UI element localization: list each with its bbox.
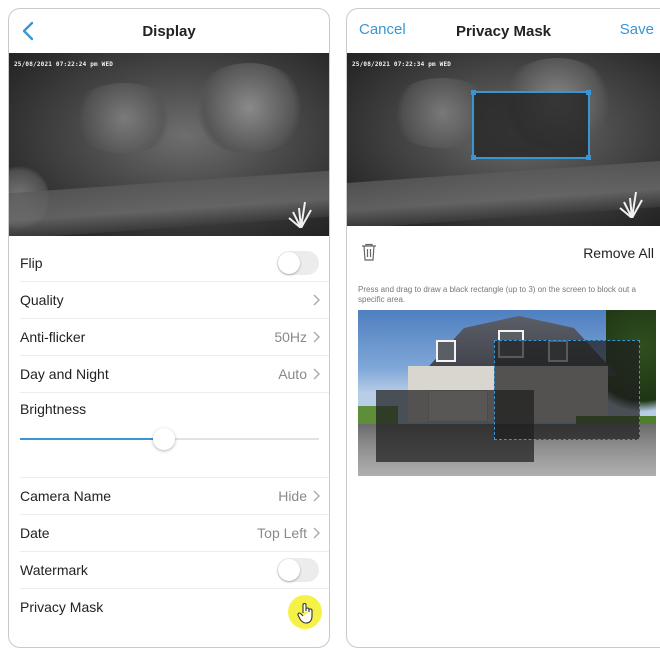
chevron-right-icon <box>313 331 320 343</box>
brightness-section: Brightness <box>20 393 329 478</box>
day-night-row[interactable]: Day and Night Auto <box>20 356 329 393</box>
bush-shape <box>189 63 309 153</box>
display-settings-screen: Display 25/08/2021 07:22:24 pm WED Flip … <box>8 8 330 648</box>
window-shape <box>436 340 456 362</box>
date-label: Date <box>20 525 50 541</box>
brightness-label: Brightness <box>20 401 87 417</box>
chevron-left-icon[interactable] <box>17 19 41 43</box>
instructions-text: Press and drag to draw a black rectangle… <box>358 285 636 304</box>
toggle-knob <box>278 559 300 581</box>
chevron-right-icon <box>313 294 320 306</box>
chevron-right-icon <box>313 527 320 539</box>
flip-row[interactable]: Flip <box>20 245 329 282</box>
brightness-slider[interactable] <box>20 427 319 451</box>
plant-silhouette-icon <box>288 201 312 228</box>
nav-bar: Display <box>9 9 329 53</box>
resize-handle[interactable] <box>586 155 591 160</box>
camera-preview[interactable]: 25/08/2021 07:22:34 pm WED <box>347 53 660 226</box>
anti-flicker-label: Anti-flicker <box>20 329 86 345</box>
slider-fill <box>20 438 164 440</box>
flip-label: Flip <box>20 255 43 271</box>
camera-name-label: Camera Name <box>20 488 112 504</box>
chevron-right-icon <box>313 490 320 502</box>
trash-icon[interactable] <box>361 243 377 261</box>
date-row[interactable]: Date Top Left <box>20 515 329 552</box>
anti-flicker-row[interactable]: Anti-flicker 50Hz <box>20 319 329 356</box>
slider-thumb[interactable] <box>152 428 175 450</box>
resize-handle[interactable] <box>586 90 591 95</box>
plant-silhouette-icon <box>619 191 643 218</box>
garden-path <box>9 169 329 236</box>
save-button[interactable]: Save <box>620 21 654 38</box>
mask-toolbar: Remove All <box>347 235 660 271</box>
camera-name-row[interactable]: Camera Name Hide <box>20 478 329 515</box>
camera-name-value: Hide <box>278 488 307 504</box>
privacy-mask-row[interactable]: Privacy Mask <box>20 589 329 625</box>
camera-preview: 25/08/2021 07:22:24 pm WED <box>9 53 329 236</box>
resize-handle[interactable] <box>471 90 476 95</box>
watermark-row[interactable]: Watermark <box>20 552 329 589</box>
page-title: Privacy Mask <box>455 22 552 40</box>
example-mask <box>494 340 640 440</box>
settings-list: Flip Quality Anti-flicker 50Hz Day and N… <box>9 245 329 625</box>
anti-flicker-value: 50Hz <box>274 329 307 345</box>
watermark-label: Watermark <box>20 562 88 578</box>
chevron-right-icon <box>313 368 320 380</box>
day-night-label: Day and Night <box>20 366 109 382</box>
remove-all-button[interactable]: Remove All <box>583 245 654 261</box>
privacy-mask-rectangle[interactable] <box>471 90 591 160</box>
camera-timestamp: 25/08/2021 07:22:24 pm WED <box>14 61 114 68</box>
hand-pointer-icon <box>297 603 313 624</box>
camera-timestamp: 25/08/2021 07:22:34 pm WED <box>352 61 452 68</box>
toggle-knob <box>278 252 300 274</box>
date-value: Top Left <box>257 525 307 541</box>
quality-row[interactable]: Quality <box>20 282 329 319</box>
cancel-button[interactable]: Cancel <box>359 21 406 38</box>
resize-handle[interactable] <box>471 155 476 160</box>
example-house-image <box>358 310 656 476</box>
nav-bar: Cancel Privacy Mask Save <box>347 9 660 53</box>
flip-toggle[interactable] <box>277 251 319 275</box>
page-title: Display <box>142 22 196 40</box>
bush-shape <box>69 83 179 153</box>
quality-label: Quality <box>20 292 64 308</box>
day-night-value: Auto <box>278 366 307 382</box>
privacy-mask-label: Privacy Mask <box>20 599 104 615</box>
privacy-mask-screen: Cancel Privacy Mask Save 25/08/2021 07:2… <box>346 8 660 648</box>
watermark-toggle[interactable] <box>277 558 319 582</box>
